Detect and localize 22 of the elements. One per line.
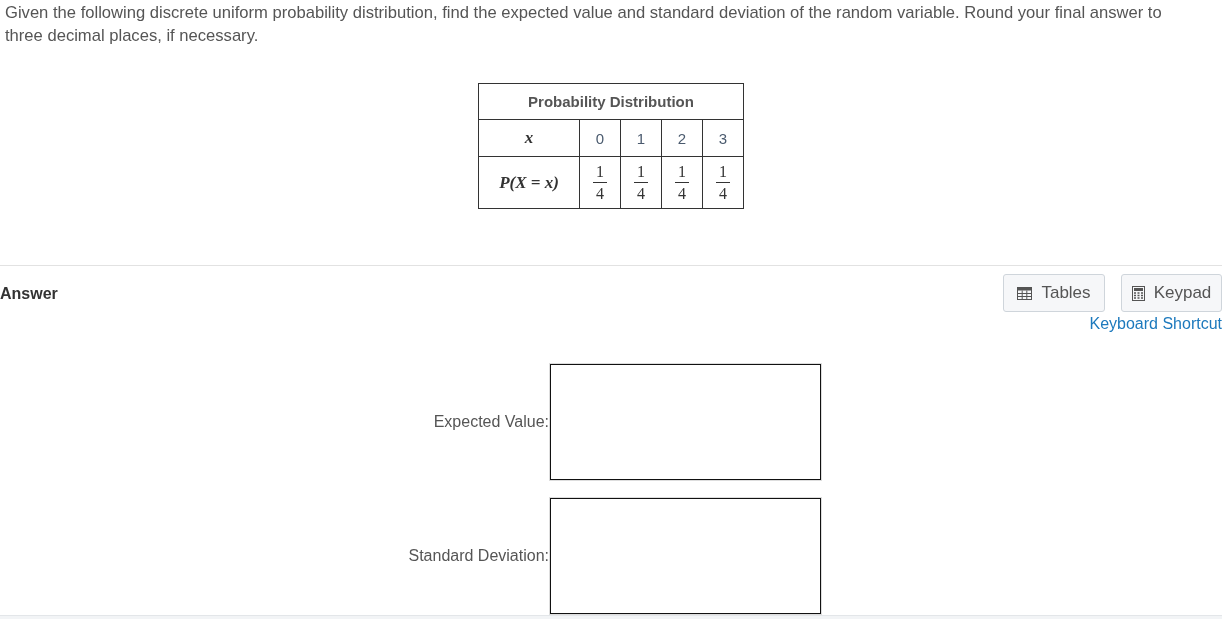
table-cell: 1 xyxy=(620,119,662,157)
field-label: Expected Value: xyxy=(433,413,549,431)
fraction-cell: 1 4 xyxy=(620,156,662,209)
calculator-icon xyxy=(1131,285,1145,301)
field-label: Standard Deviation: xyxy=(408,547,549,565)
table-cell: 3 xyxy=(702,119,744,157)
table-cell: 2 xyxy=(661,119,703,157)
table-icon xyxy=(1017,286,1033,300)
tables-button[interactable]: Tables xyxy=(1003,274,1105,312)
table-title: Probability Distribution xyxy=(478,83,744,120)
fraction-cell: 1 4 xyxy=(661,156,703,209)
answer-heading: Answer xyxy=(0,285,58,303)
answer-field[interactable] xyxy=(550,498,821,614)
question-text: Given the following discrete uniform probability distribution, find the expected value and standard deviation of the random variable. Round your final answer to three decimal places, if necessary. xyxy=(4,2,1163,47)
table-cell: 0 xyxy=(579,119,621,157)
answer-field[interactable] xyxy=(550,364,821,480)
keypad-button[interactable]: Keypad xyxy=(1121,274,1222,312)
keyboard-shortcut-link[interactable]: Keyboard Shortcut xyxy=(1089,315,1222,333)
row-header: P(X = x) xyxy=(478,156,580,209)
row-header: x xyxy=(478,119,580,157)
fraction-cell: 1 4 xyxy=(579,156,621,209)
fraction-cell: 1 4 xyxy=(702,156,744,209)
